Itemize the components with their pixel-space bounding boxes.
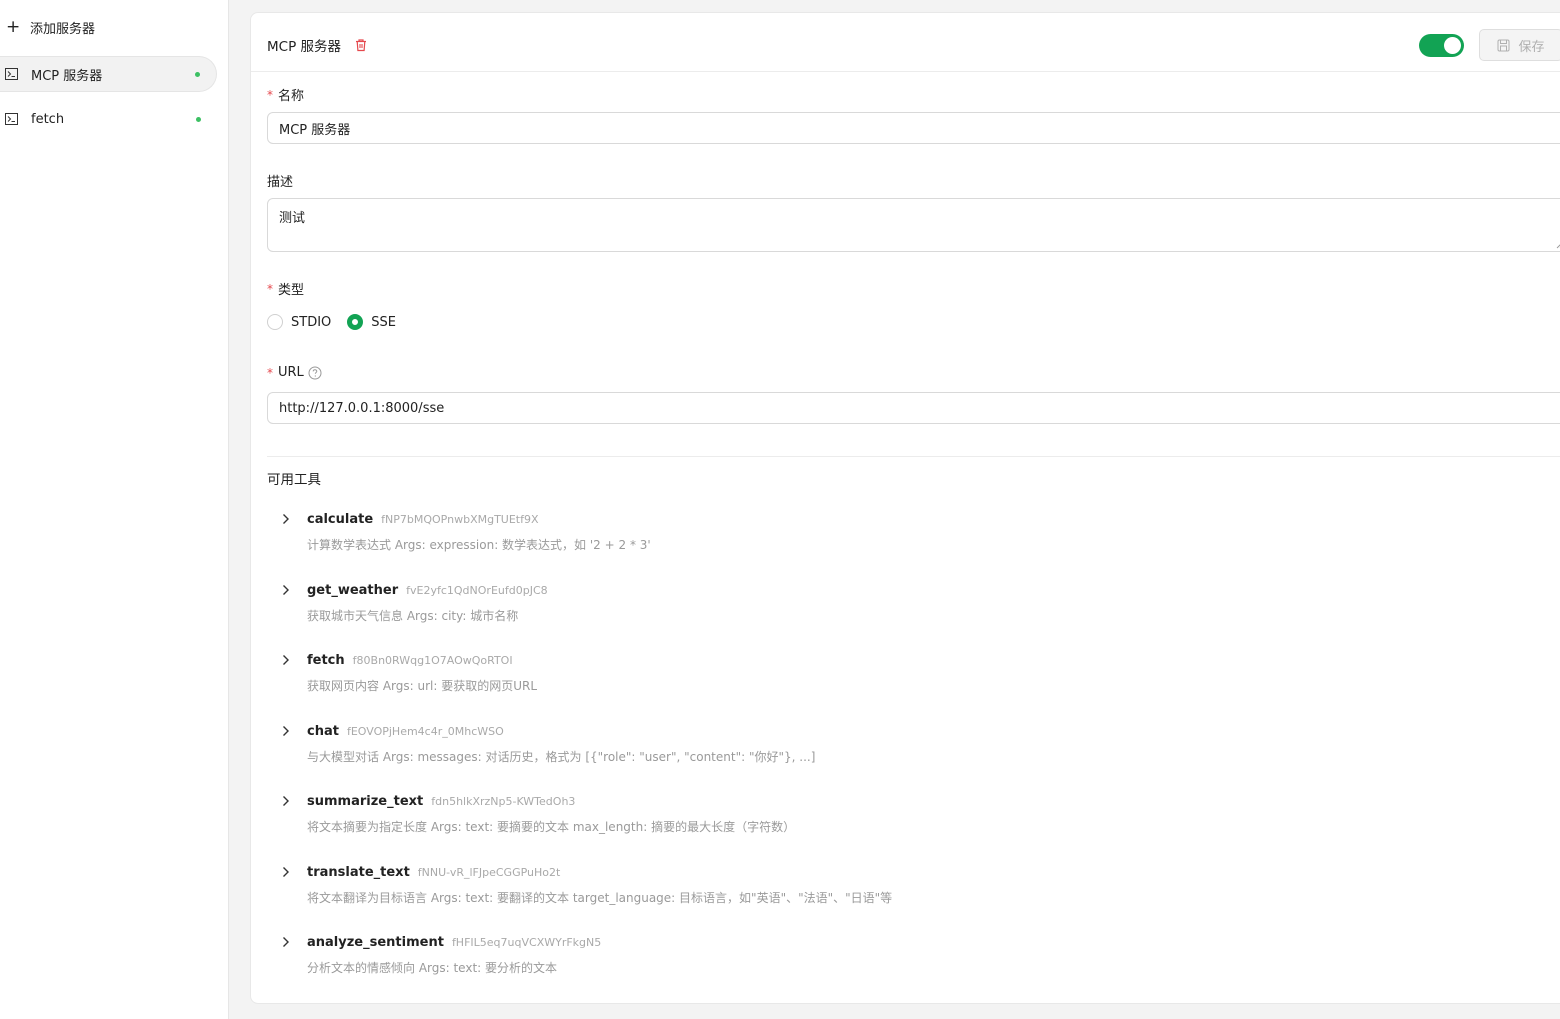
server-detail-panel: MCP 服务器 保存 * 名称 MCP 服务器 描述 测试 * 类型 STDIO…	[250, 12, 1560, 1004]
plus-icon: +	[6, 16, 21, 37]
type-radio-group: STDIO SSE	[267, 314, 412, 330]
tool-id: fHFIL5eq7uqVCXWYrFkgN5	[451, 935, 602, 949]
tool-name: analyze_sentiment	[307, 934, 444, 950]
sidebar: + 添加服务器 MCP 服务器 fetch	[0, 0, 229, 1019]
radio-label: SSE	[371, 314, 396, 330]
trash-icon[interactable]	[354, 38, 368, 52]
type-label: * 类型	[267, 279, 305, 299]
terminal-icon	[5, 113, 18, 125]
page-title: MCP 服务器	[267, 39, 342, 55]
required-mark: *	[267, 87, 273, 102]
desc-label: 描述	[267, 171, 293, 190]
save-button-label: 保存	[1518, 39, 1545, 55]
tool-description: 分析文本的情感倾向 Args: text: 要分析的文本	[307, 961, 558, 975]
tool-item-calculate[interactable]: calculate fNP7bMQOPnwbXMgTUEtf9X 计算数学表达式…	[281, 510, 1481, 553]
name-input[interactable]: MCP 服务器	[267, 112, 1560, 144]
sidebar-item-label: MCP 服务器	[31, 68, 103, 84]
tool-id: fdn5hlkXrzNp5-KWTedOh3	[431, 794, 576, 808]
url-label: * URL	[267, 365, 322, 380]
tool-id: fvE2yfc1QdNOrEufd0pJC8	[406, 583, 548, 597]
toggle-knob	[1444, 37, 1461, 54]
status-dot	[196, 116, 201, 122]
sidebar-item-mcp-server[interactable]: MCP 服务器	[0, 56, 217, 92]
name-label: * 名称	[267, 85, 305, 105]
desc-textarea[interactable]: 测试	[267, 198, 1560, 252]
header-divider	[251, 71, 1560, 72]
sidebar-item-label: fetch	[31, 111, 65, 127]
tool-name: calculate	[307, 511, 374, 527]
tool-item-summarize-text[interactable]: summarize_text fdn5hlkXrzNp5-KWTedOh3 将文…	[281, 792, 1481, 835]
name-input-value: MCP 服务器	[279, 122, 351, 138]
radio-label: STDIO	[291, 314, 332, 330]
tool-description: 将文本翻译为目标语言 Args: text: 要翻译的文本 target_lan…	[307, 891, 893, 905]
desc-textarea-value: 测试	[279, 211, 306, 226]
tool-description: 获取网页内容 Args: url: 要获取的网页URL	[307, 679, 538, 693]
tool-description: 获取城市天气信息 Args: city: 城市名称	[307, 609, 519, 623]
chevron-right-icon[interactable]	[281, 513, 291, 525]
tool-description: 计算数学表达式 Args: expression: 数学表达式，如 '2 + 2…	[307, 538, 651, 552]
tool-item-chat[interactable]: chat fEOVOPjHem4c4r_0MhcWSO 与大模型对话 Args:…	[281, 722, 1481, 765]
panel-header: MCP 服务器	[267, 35, 368, 55]
tool-description: 与大模型对话 Args: messages: 对话历史，格式为 [{"role"…	[307, 750, 816, 764]
chevron-right-icon[interactable]	[281, 725, 291, 737]
chevron-right-icon[interactable]	[281, 654, 291, 666]
chevron-right-icon[interactable]	[281, 866, 291, 878]
question-circle-icon[interactable]	[308, 366, 322, 380]
tool-description: 将文本摘要为指定长度 Args: text: 要摘要的文本 max_length…	[307, 820, 796, 834]
tool-item-analyze-sentiment[interactable]: analyze_sentiment fHFIL5eq7uqVCXWYrFkgN5…	[281, 933, 1481, 976]
tool-name: chat	[307, 723, 339, 739]
name-label-text: 名称	[278, 89, 305, 104]
tool-name: summarize_text	[307, 793, 424, 809]
tool-id: fNNU-vR_lFJpeCGGPuHo2t	[417, 865, 561, 879]
radio-circle	[267, 314, 283, 330]
tool-name: translate_text	[307, 864, 410, 880]
status-dot	[195, 71, 200, 77]
tool-id: fNP7bMQOPnwbXMgTUEtf9X	[381, 512, 539, 526]
enable-toggle[interactable]	[1419, 34, 1464, 57]
type-label-text: 类型	[278, 283, 305, 298]
url-input[interactable]: http://127.0.0.1:8000/sse	[267, 392, 1560, 424]
tool-id: fEOVOPjHem4c4r_0MhcWSO	[346, 724, 504, 738]
tool-id: f80Bn0RWqg1O7AOwQoRTOI	[352, 653, 513, 667]
terminal-icon	[5, 68, 18, 80]
tool-item-translate-text[interactable]: translate_text fNNU-vR_lFJpeCGGPuHo2t 将文…	[281, 863, 1481, 906]
tool-item-get-weather[interactable]: get_weather fvE2yfc1QdNOrEufd0pJC8 获取城市天…	[281, 581, 1481, 624]
add-server-label: 添加服务器	[30, 21, 96, 37]
chevron-right-icon[interactable]	[281, 795, 291, 807]
chevron-right-icon[interactable]	[281, 584, 291, 596]
tools-section-title: 可用工具	[267, 472, 321, 488]
radio-sse[interactable]: SSE	[347, 314, 396, 330]
resize-handle-icon[interactable]	[1556, 241, 1560, 249]
required-mark: *	[267, 281, 273, 296]
chevron-right-icon[interactable]	[281, 936, 291, 948]
floppy-icon	[1497, 39, 1510, 52]
tool-item-fetch[interactable]: fetch f80Bn0RWqg1O7AOwQoRTOI 获取网页内容 Args…	[281, 651, 1481, 694]
url-input-value: http://127.0.0.1:8000/sse	[279, 400, 445, 416]
required-mark: *	[267, 365, 273, 380]
add-server-button[interactable]: + 添加服务器	[0, 12, 220, 42]
section-divider	[267, 456, 1560, 457]
radio-stdio[interactable]: STDIO	[267, 314, 331, 330]
radio-circle	[347, 314, 364, 330]
tool-name: fetch	[307, 652, 345, 668]
tool-name: get_weather	[307, 582, 399, 598]
sidebar-item-fetch[interactable]: fetch	[0, 101, 217, 137]
url-label-text: URL	[278, 365, 304, 380]
desc-label-text: 描述	[267, 175, 294, 190]
save-button[interactable]: 保存	[1479, 29, 1560, 61]
